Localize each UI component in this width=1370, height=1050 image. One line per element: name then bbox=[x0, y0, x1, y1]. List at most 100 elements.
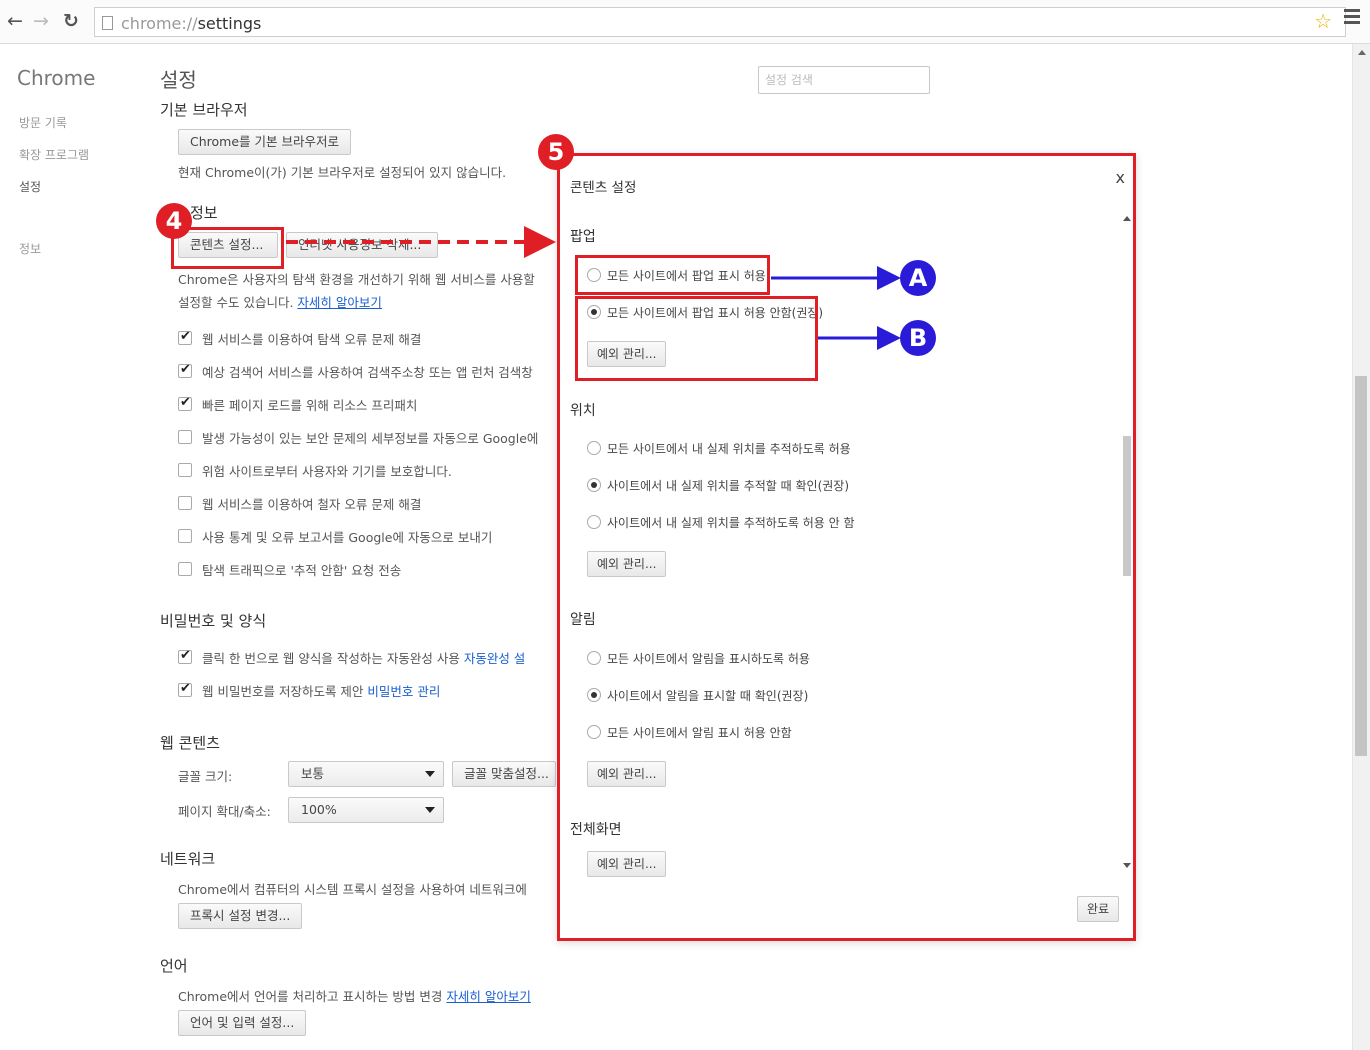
radio-label: 모든 사이트에서 알림 표시 허용 안함 bbox=[607, 726, 792, 740]
checkbox-prediction[interactable] bbox=[178, 362, 192, 378]
dialog-scrollbar[interactable] bbox=[1122, 206, 1132, 876]
passwords-heading: 비밀번호 및 양식 bbox=[160, 612, 267, 630]
reload-icon[interactable]: ↻ bbox=[60, 10, 82, 32]
customize-fonts-button[interactable]: 글꼴 맞춤설정... bbox=[452, 761, 556, 787]
location-heading: 위치 bbox=[570, 403, 596, 419]
checkbox-label: 웹 서비스를 이용하여 철자 오류 문제 해결 bbox=[202, 497, 422, 512]
font-size-select[interactable]: 보통 bbox=[288, 761, 444, 787]
checkbox-safe-browsing[interactable] bbox=[178, 463, 192, 477]
radio-label: 사이트에서 내 실제 위치를 추적할 때 확인(권장) bbox=[607, 479, 850, 493]
close-icon[interactable]: x bbox=[1116, 168, 1125, 187]
radio-location-ask[interactable] bbox=[587, 478, 601, 492]
url-text[interactable]: chrome://settings bbox=[121, 14, 261, 33]
radio-location-allow[interactable] bbox=[587, 441, 601, 455]
radio-location-block[interactable] bbox=[587, 515, 601, 529]
done-button[interactable]: 완료 bbox=[1077, 896, 1120, 922]
page-zoom-select[interactable]: 100% bbox=[288, 797, 444, 823]
make-default-button[interactable]: Chrome를 기본 브라우저로 bbox=[178, 129, 351, 155]
radio-popups-allow[interactable] bbox=[587, 268, 601, 282]
checkbox-label: 웹 서비스를 이용하여 탐색 오류 문제 해결 bbox=[202, 332, 422, 347]
checkbox-usage-stats[interactable] bbox=[178, 529, 192, 543]
checkbox-label: 위험 사이트로부터 사용자와 기기를 보호합니다. bbox=[202, 464, 452, 479]
checkbox-label: 빠른 페이지 로드를 위해 리소스 프리패치 bbox=[202, 398, 418, 413]
location-exceptions-button[interactable]: 예외 관리... bbox=[587, 551, 667, 577]
hamburger-menu-icon[interactable] bbox=[1344, 9, 1360, 25]
radio-label: 사이트에서 알림을 표시할 때 확인(권장) bbox=[607, 689, 809, 703]
star-icon[interactable]: ☆ bbox=[1314, 9, 1332, 33]
radio-label: 모든 사이트에서 내 실제 위치를 추적하도록 허용 bbox=[607, 442, 851, 456]
radio-notifications-block[interactable] bbox=[587, 725, 601, 739]
autofill-text: 클릭 한 번으로 웹 양식을 작성하는 자동완성 사용 bbox=[202, 651, 460, 666]
checkbox-nav-error[interactable] bbox=[178, 329, 192, 345]
proxy-settings-button[interactable]: 프록시 설정 변경... bbox=[178, 903, 303, 929]
privacy-description-2: 설정할 수도 있습니다. 자세히 알아보기 bbox=[178, 292, 382, 311]
address-bar[interactable]: chrome://settings bbox=[94, 7, 1346, 37]
search-input[interactable] bbox=[759, 67, 929, 93]
autofill-label: 클릭 한 번으로 웹 양식을 작성하는 자동완성 사용 자동완성 설 bbox=[202, 648, 525, 667]
radio-notifications-ask[interactable] bbox=[587, 688, 601, 702]
privacy-learn-more-link[interactable]: 자세히 알아보기 bbox=[297, 295, 381, 310]
fullscreen-exceptions-button[interactable]: 예외 관리... bbox=[587, 851, 667, 877]
language-input-settings-button[interactable]: 언어 및 입력 설정... bbox=[178, 1010, 307, 1036]
checkbox-save-passwords[interactable] bbox=[178, 681, 192, 697]
radio-label: 사이트에서 내 실제 위치를 추적하도록 허용 안 함 bbox=[607, 516, 855, 530]
privacy-desc-text: 설정할 수도 있습니다. bbox=[178, 295, 294, 310]
checkbox-label: 사용 통계 및 오류 보고서를 Google에 자동으로 보내기 bbox=[202, 530, 493, 545]
checkbox-label: 발생 가능성이 있는 보안 문제의 세부정보를 자동으로 Google에 bbox=[202, 431, 539, 446]
settings-search[interactable] bbox=[758, 66, 930, 94]
marker-b: B bbox=[900, 320, 936, 356]
checkbox-security-report[interactable] bbox=[178, 430, 192, 444]
content-settings-button[interactable]: 콘텐츠 설정... bbox=[178, 232, 278, 258]
content-settings-dialog: 콘텐츠 설정 x 팝업 모든 사이트에서 팝업 표시 허용 모든 사이트에서 팝… bbox=[557, 153, 1136, 941]
step-4-marker: 4 bbox=[156, 203, 192, 239]
radio-notifications-allow[interactable] bbox=[587, 651, 601, 665]
checkbox-do-not-track[interactable] bbox=[178, 562, 192, 576]
notifications-heading: 알림 bbox=[570, 612, 596, 628]
fullscreen-heading: 전체화면 bbox=[570, 822, 622, 838]
languages-heading: 언어 bbox=[160, 957, 188, 975]
scrollbar-thumb[interactable] bbox=[1355, 376, 1367, 756]
languages-desc-text: Chrome에서 언어를 처리하고 표시하는 방법 변경 bbox=[178, 989, 443, 1004]
network-description: Chrome에서 컴퓨터의 시스템 프록시 설정을 사용하여 네트워크에 bbox=[178, 882, 527, 897]
dialog-scrollbar-thumb[interactable] bbox=[1123, 436, 1131, 576]
dialog-title: 콘텐츠 설정 bbox=[570, 180, 637, 196]
popups-heading: 팝업 bbox=[570, 229, 596, 245]
page-title: 설정 bbox=[160, 68, 197, 92]
scroll-down-icon[interactable] bbox=[1123, 863, 1131, 868]
font-size-label: 글꼴 크기: bbox=[178, 769, 233, 784]
save-passwords-text: 웹 비밀번호를 저장하도록 제안 bbox=[202, 684, 364, 699]
checkbox-autofill[interactable] bbox=[178, 648, 192, 664]
scroll-up-icon[interactable] bbox=[1358, 50, 1366, 55]
checkbox-spelling[interactable] bbox=[178, 496, 192, 510]
notifications-exceptions-button[interactable]: 예외 관리... bbox=[587, 761, 667, 787]
clear-browsing-data-button[interactable]: 인터넷 사용정보 삭제... bbox=[286, 232, 438, 258]
radio-label: 모든 사이트에서 팝업 표시 허용 bbox=[607, 269, 766, 283]
radio-popups-block[interactable] bbox=[587, 305, 601, 319]
default-browser-heading: 기본 브라우저 bbox=[160, 101, 248, 119]
popups-exceptions-button[interactable]: 예외 관리... bbox=[587, 341, 667, 367]
checkbox-label: 탐색 트래픽으로 '추적 안함' 요청 전송 bbox=[202, 563, 402, 578]
default-browser-status: 현재 Chrome이(가) 기본 브라우저로 설정되어 있지 않습니다. bbox=[178, 165, 507, 180]
marker-a: A bbox=[900, 260, 936, 296]
radio-label: 모든 사이트에서 팝업 표시 허용 안함(권장) bbox=[607, 306, 824, 320]
network-heading: 네트워크 bbox=[160, 850, 216, 868]
privacy-heading: 정보 bbox=[190, 204, 218, 222]
back-arrow-icon[interactable]: ← bbox=[4, 10, 26, 32]
dropdown-arrow-icon bbox=[425, 771, 435, 777]
privacy-description: Chrome은 사용자의 탐색 환경을 개선하기 위해 웹 서비스를 사용할 bbox=[178, 272, 535, 287]
checkbox-prefetch[interactable] bbox=[178, 395, 192, 411]
radio-label: 모든 사이트에서 알림을 표시하도록 허용 bbox=[607, 652, 810, 666]
autofill-settings-link[interactable]: 자동완성 설 bbox=[464, 651, 525, 666]
forward-arrow-icon[interactable]: → bbox=[30, 10, 52, 32]
languages-description: Chrome에서 언어를 처리하고 표시하는 방법 변경 자세히 알아보기 bbox=[178, 986, 531, 1005]
url-scheme: chrome:// bbox=[121, 14, 198, 33]
page-scrollbar[interactable] bbox=[1352, 44, 1370, 1050]
manage-passwords-link[interactable]: 비밀번호 관리 bbox=[367, 684, 440, 699]
save-passwords-label: 웹 비밀번호를 저장하도록 제안 비밀번호 관리 bbox=[202, 681, 440, 700]
zoom-label: 페이지 확대/축소: bbox=[178, 804, 271, 819]
url-path: settings bbox=[197, 14, 262, 33]
web-content-heading: 웹 콘텐츠 bbox=[160, 734, 220, 752]
scroll-up-icon[interactable] bbox=[1123, 216, 1131, 221]
checkbox-label: 예상 검색어 서비스를 사용하여 검색주소창 또는 앱 런처 검색창 bbox=[202, 365, 533, 380]
languages-learn-more-link[interactable]: 자세히 알아보기 bbox=[446, 989, 530, 1004]
